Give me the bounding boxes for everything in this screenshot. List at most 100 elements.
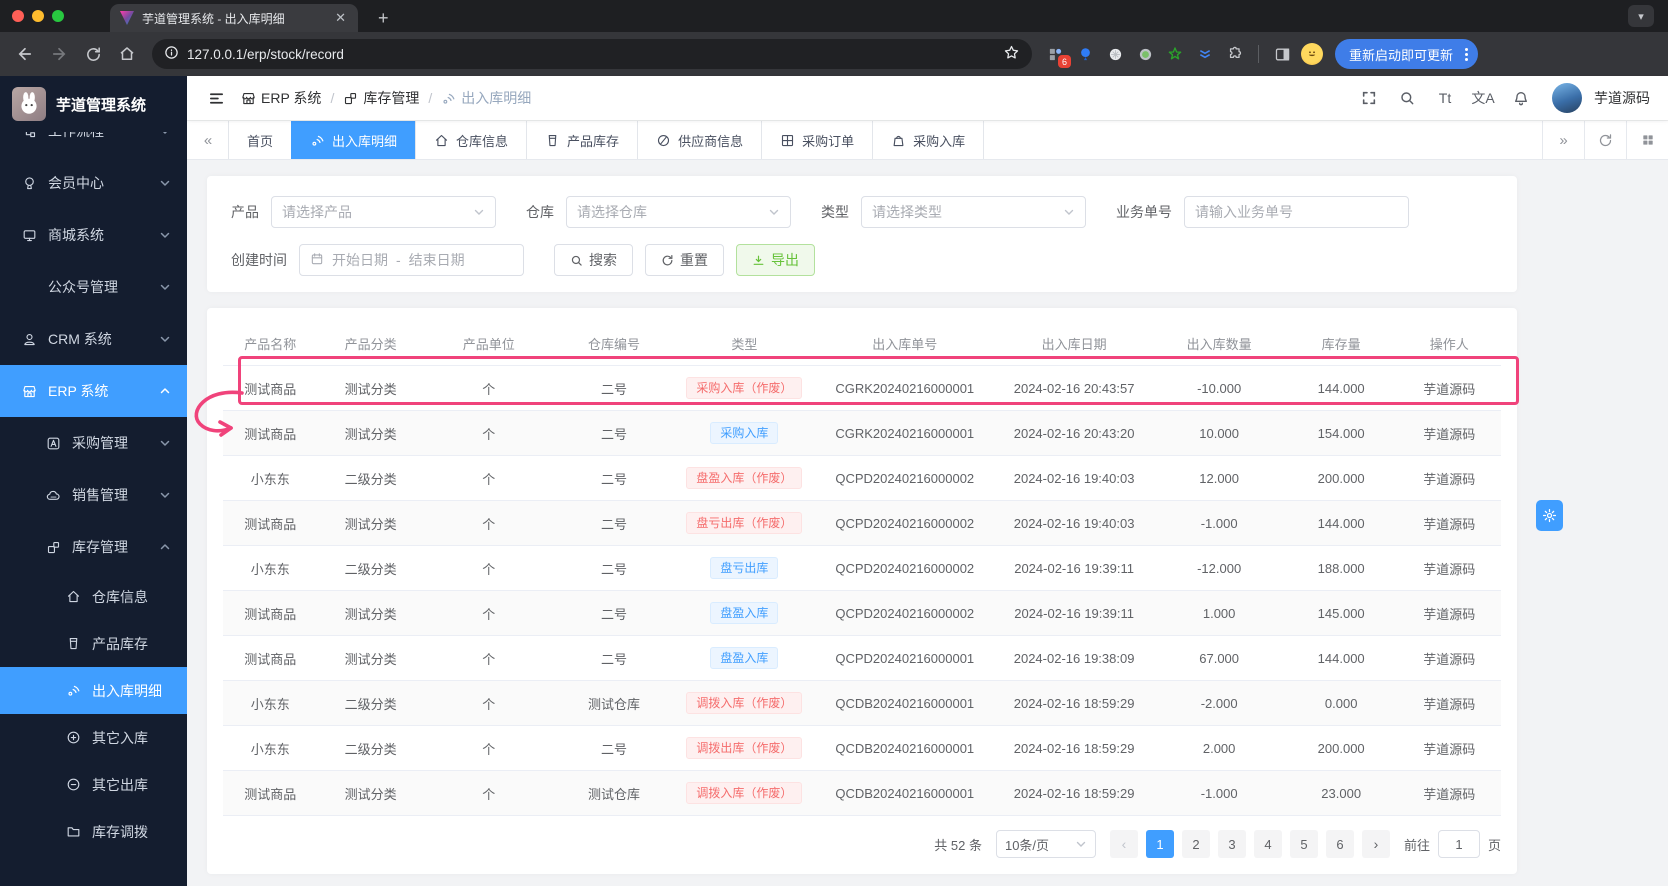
- tags-view-tab-4[interactable]: 供应商信息: [637, 121, 762, 159]
- table-row[interactable]: 测试商品测试分类个二号采购入库CGRK202402160000012024-02…: [223, 411, 1501, 456]
- screen: 芋道管理系统 - 出入库明细 ✕ + ▾ 127.0.0.1/erp/stock…: [0, 0, 1668, 886]
- reset-button[interactable]: 重置: [645, 244, 724, 276]
- table-row[interactable]: 测试商品测试分类个测试仓库调拨入库（作废）QCDB202402160000012…: [223, 771, 1501, 816]
- extensions-puzzle-icon[interactable]: [1222, 40, 1248, 68]
- page-button-1[interactable]: 1: [1146, 830, 1174, 858]
- table-row[interactable]: 测试商品测试分类个二号盘盈入库QCPD202402160000012024-02…: [223, 636, 1501, 681]
- browser-tab[interactable]: 芋道管理系统 - 出入库明细 ✕: [110, 4, 358, 32]
- search-button[interactable]: 搜索: [554, 244, 633, 276]
- bookmark-star-icon[interactable]: [1003, 44, 1020, 64]
- notification-bell-icon[interactable]: [1504, 81, 1538, 115]
- page-button-2[interactable]: 2: [1182, 830, 1210, 858]
- user-avatar[interactable]: [1552, 83, 1582, 113]
- page-button-6[interactable]: 6: [1326, 830, 1354, 858]
- type-select[interactable]: 请选择类型: [861, 196, 1086, 228]
- sidebar-item-4[interactable]: CRM 系统: [0, 313, 187, 365]
- new-tab-button[interactable]: +: [372, 4, 395, 32]
- product-select[interactable]: 请选择产品: [271, 196, 496, 228]
- side-panel-icon[interactable]: [1269, 40, 1295, 68]
- tags-refresh-icon[interactable]: [1584, 121, 1626, 159]
- tags-view-tab-0[interactable]: 首页: [228, 121, 292, 159]
- page-button-4[interactable]: 4: [1254, 830, 1282, 858]
- table-row[interactable]: 测试商品测试分类个二号盘亏出库（作废）QCPD20240216000002202…: [223, 501, 1501, 546]
- table-row[interactable]: 小东东二级分类个二号调拨出库（作废）QCDB202402160000012024…: [223, 726, 1501, 771]
- url-bar[interactable]: 127.0.0.1/erp/stock/record: [152, 39, 1032, 69]
- update-button[interactable]: 重新启动即可更新: [1335, 39, 1478, 69]
- tags-view-tab-5[interactable]: 采购订单: [761, 121, 873, 159]
- tags-layout-grid-icon[interactable]: [1626, 121, 1668, 159]
- home-icon[interactable]: [112, 39, 142, 69]
- sidebar-item-1[interactable]: 会员中心: [0, 157, 187, 209]
- date-range-picker[interactable]: 开始日期 - 结束日期: [299, 244, 524, 276]
- next-page-button[interactable]: ›: [1362, 830, 1390, 858]
- table-row[interactable]: 测试商品测试分类个二号盘盈入库QCPD202402160000022024-02…: [223, 591, 1501, 636]
- breadcrumb-item-0[interactable]: ERP 系统: [241, 88, 321, 108]
- close-window-button[interactable]: [12, 10, 24, 22]
- tags-view-tab-6[interactable]: 采购入库: [872, 121, 984, 159]
- minimize-window-button[interactable]: [32, 10, 44, 22]
- tags-view-tab-3[interactable]: 产品库存: [526, 121, 638, 159]
- breadcrumb-item-2: 出入库明细: [441, 88, 531, 108]
- url-text: 127.0.0.1/erp/stock/record: [187, 47, 995, 62]
- chevron-down-icon: [159, 229, 171, 241]
- snowflake-extension-icon[interactable]: [1102, 40, 1128, 68]
- table-row[interactable]: 小东东二级分类个测试仓库调拨入库（作废）QCDB2024021600000120…: [223, 681, 1501, 726]
- green-dot-extension-icon[interactable]: [1132, 40, 1158, 68]
- table-row[interactable]: 小东东二级分类个二号盘盈入库（作废）QCPD202402160000022024…: [223, 456, 1501, 501]
- sidebar-item-3[interactable]: 公众号管理: [0, 261, 187, 313]
- warehouse-filter-label: 仓库: [526, 202, 554, 222]
- prev-page-button[interactable]: ‹: [1110, 830, 1138, 858]
- page-size-select[interactable]: 10条/页: [996, 830, 1096, 858]
- sidebar-item-10[interactable]: 产品库存: [0, 620, 187, 667]
- tab-close-icon[interactable]: ✕: [333, 10, 348, 26]
- back-icon[interactable]: [10, 39, 40, 69]
- type-tag: 调拨出库（作废）: [686, 737, 802, 759]
- sidebar-item-14[interactable]: 库存调拨: [0, 808, 187, 855]
- table-row[interactable]: 测试商品测试分类个二号采购入库（作废）CGRK20240216000001202…: [223, 366, 1501, 411]
- tab-search-button[interactable]: ▾: [1628, 5, 1654, 27]
- search-icon[interactable]: [1390, 81, 1424, 115]
- product-filter-label: 产品: [231, 202, 259, 222]
- tags-list: 首页出入库明细仓库信息产品库存供应商信息采购订单采购入库: [229, 121, 1542, 159]
- table-row[interactable]: 小东东二级分类个二号盘亏出库QCPD202402160000022024-02-…: [223, 546, 1501, 591]
- breadcrumb-item-1[interactable]: 库存管理: [343, 88, 419, 108]
- export-button[interactable]: 导出: [736, 244, 815, 276]
- chevron-down-icon: [473, 206, 485, 218]
- sidebar-item-8[interactable]: 库存管理: [0, 521, 187, 573]
- collapse-menu-icon[interactable]: [201, 83, 231, 113]
- tags-scroll-right-icon[interactable]: »: [1542, 121, 1584, 159]
- sidebar-item-2[interactable]: 商城系统: [0, 209, 187, 261]
- star-extension-icon[interactable]: [1162, 40, 1188, 68]
- translate-icon[interactable]: 文A: [1466, 81, 1500, 115]
- zoom-window-button[interactable]: [52, 10, 64, 22]
- sidebar-menu: 工作流程会员中心商城系统公众号管理CRM 系统ERP 系统采购管理销售管理库存管…: [0, 105, 187, 855]
- balloon-extension-icon[interactable]: [1072, 40, 1098, 68]
- page-button-5[interactable]: 5: [1290, 830, 1318, 858]
- reload-icon[interactable]: [78, 39, 108, 69]
- double-chevron-extension-icon[interactable]: [1192, 40, 1218, 68]
- fullscreen-icon[interactable]: [1352, 81, 1386, 115]
- warehouse-select[interactable]: 请选择仓库: [566, 196, 791, 228]
- date-start-placeholder: 开始日期: [332, 250, 388, 270]
- sidebar-item-6[interactable]: 采购管理: [0, 417, 187, 469]
- sidebar-item-7[interactable]: 销售管理: [0, 469, 187, 521]
- browser-menu-icon[interactable]: [1461, 48, 1472, 61]
- forward-icon[interactable]: [44, 39, 74, 69]
- sidebar-item-11[interactable]: 出入库明细: [0, 667, 187, 714]
- font-size-icon[interactable]: Tt: [1428, 81, 1462, 115]
- page-button-3[interactable]: 3: [1218, 830, 1246, 858]
- profile-emoji-icon[interactable]: [1299, 40, 1325, 68]
- tags-view-tab-1[interactable]: 出入库明细: [291, 121, 416, 159]
- sidebar-item-5[interactable]: ERP 系统: [0, 365, 187, 417]
- extension-grid-icon[interactable]: 6: [1042, 40, 1068, 68]
- chevron-down-icon: [768, 206, 780, 218]
- info-icon[interactable]: [164, 45, 179, 63]
- goto-page-input[interactable]: [1438, 830, 1480, 858]
- sidebar-item-9[interactable]: 仓库信息: [0, 573, 187, 620]
- tags-scroll-left-icon[interactable]: «: [187, 121, 229, 159]
- tags-view-tab-2[interactable]: 仓库信息: [415, 121, 527, 159]
- bizno-input[interactable]: [1184, 196, 1409, 228]
- sidebar-item-12[interactable]: 其它入库: [0, 714, 187, 761]
- sidebar-item-13[interactable]: 其它出库: [0, 761, 187, 808]
- settings-gear-button[interactable]: [1536, 500, 1563, 531]
